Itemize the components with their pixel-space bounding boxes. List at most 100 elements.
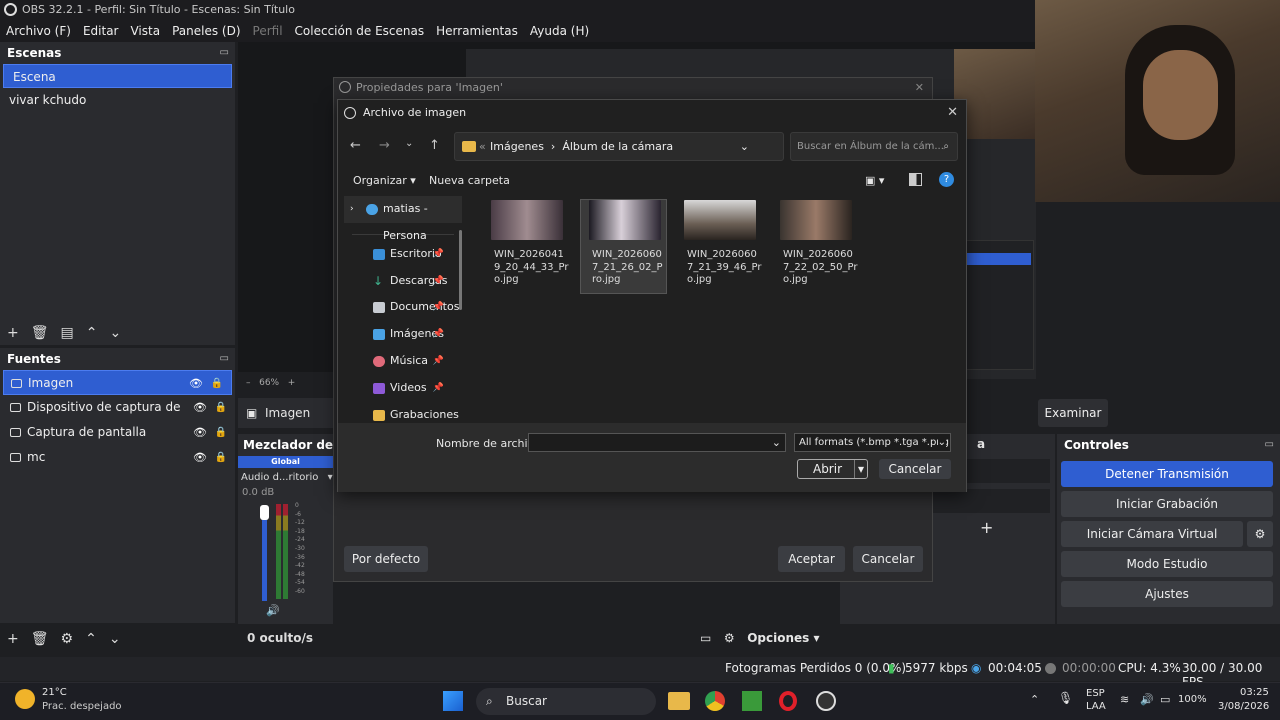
move-up-icon[interactable]: ⌃ bbox=[85, 631, 97, 647]
gear-icon[interactable]: ⚙ bbox=[724, 631, 735, 645]
source-item[interactable]: Captura de pantalla 👁 🔒 bbox=[0, 420, 235, 445]
dock-icon[interactable]: ▭ bbox=[220, 348, 229, 370]
cancel-button[interactable]: Cancelar bbox=[853, 546, 923, 572]
search-input[interactable]: Buscar en Álbum de la cám... ⌕ bbox=[790, 132, 958, 161]
dock-icon[interactable]: ▭ bbox=[1265, 434, 1274, 456]
chevron-down-icon[interactable]: ⌄ bbox=[772, 434, 781, 451]
menu-archivo[interactable]: Archivo (F) bbox=[6, 24, 71, 38]
file-item[interactable]: WIN_20260607_22_02_50_Pro.jpg bbox=[772, 200, 859, 287]
volume-icon[interactable]: 🔊 bbox=[1140, 693, 1154, 706]
trash-icon[interactable]: 🗑 bbox=[31, 631, 49, 647]
move-down-icon[interactable]: ⌄ bbox=[109, 325, 121, 341]
studio-mode-button[interactable]: Modo Estudio bbox=[1061, 551, 1273, 577]
clock-date[interactable]: 3/08/2026 bbox=[1218, 701, 1269, 712]
start-virtual-camera-button[interactable]: Iniciar Cámara Virtual bbox=[1061, 521, 1243, 547]
gear-icon[interactable]: ⚙ bbox=[61, 631, 74, 647]
settings-button[interactable]: Ajustes bbox=[1061, 581, 1273, 607]
obs-taskbar-icon[interactable] bbox=[816, 691, 836, 711]
menu-paneles[interactable]: Paneles (D) bbox=[172, 24, 240, 38]
lock-icon[interactable]: 🔒 bbox=[215, 420, 227, 445]
organize-button[interactable]: Organizar ▾ bbox=[353, 174, 416, 187]
eye-icon[interactable]: 👁 bbox=[189, 371, 203, 396]
menu-vista[interactable]: Vista bbox=[130, 24, 160, 38]
source-item[interactable]: mc 👁 🔒 bbox=[0, 445, 235, 470]
scene-item[interactable]: Escena bbox=[3, 64, 232, 88]
lock-icon[interactable]: 🔒 bbox=[211, 371, 223, 396]
filter-icon[interactable]: ▤ bbox=[61, 325, 74, 341]
nav-scrollbar[interactable] bbox=[459, 230, 462, 310]
eye-icon[interactable]: 👁 bbox=[193, 395, 207, 420]
wifi-icon[interactable]: ≋ bbox=[1120, 693, 1129, 706]
virtual-camera-gear-icon[interactable]: ⚙ bbox=[1247, 521, 1273, 547]
menu-herramientas[interactable]: Herramientas bbox=[436, 24, 518, 38]
windows-start-icon[interactable] bbox=[443, 691, 463, 711]
file-item[interactable]: WIN_20260419_20_44_33_Pro.jpg bbox=[483, 200, 570, 287]
chrome-icon[interactable] bbox=[705, 691, 725, 711]
file-item[interactable]: WIN_20260607_21_26_02_Pro.jpg bbox=[580, 199, 667, 294]
microphone-icon[interactable]: 🎙 bbox=[1058, 691, 1073, 705]
minecraft-icon[interactable] bbox=[742, 691, 762, 711]
clock-time[interactable]: 03:25 bbox=[1240, 687, 1269, 698]
lock-icon[interactable]: 🔒 bbox=[215, 395, 227, 420]
dock-icon[interactable]: ▭ bbox=[220, 42, 229, 64]
source-item[interactable]: Imagen 👁 🔒 bbox=[3, 370, 232, 395]
close-icon[interactable]: ✕ bbox=[947, 100, 958, 126]
chevron-down-icon[interactable]: ⌄ bbox=[740, 133, 749, 160]
nav-item-onedrive[interactable]: › matias - Persona bbox=[344, 196, 462, 242]
nav-item-music[interactable]: Música 📌 bbox=[344, 348, 462, 375]
nav-item-desktop[interactable]: Escritorio 📌 bbox=[344, 241, 462, 268]
weather-temp[interactable]: 21°C bbox=[42, 687, 67, 698]
preview-pane-icon[interactable] bbox=[909, 173, 922, 186]
options-button[interactable]: Opciones bbox=[747, 631, 809, 645]
defaults-button[interactable]: Por defecto bbox=[344, 546, 428, 572]
menu-coleccion[interactable]: Colección de Escenas bbox=[295, 24, 425, 38]
browse-button[interactable]: Examinar bbox=[1038, 399, 1108, 427]
source-item[interactable]: Dispositivo de captura de video 👁 🔒 bbox=[0, 395, 235, 420]
menu-perfil[interactable]: Perfil bbox=[253, 24, 283, 38]
add-icon[interactable]: + bbox=[7, 631, 19, 647]
lock-icon[interactable]: 🔒 bbox=[215, 445, 227, 470]
add-icon[interactable]: + bbox=[980, 518, 993, 537]
weather-desc[interactable]: Prac. despejado bbox=[42, 701, 122, 712]
menu-ayuda[interactable]: Ayuda (H) bbox=[530, 24, 589, 38]
battery-icon[interactable]: ▭ bbox=[1160, 693, 1170, 706]
volume-slider[interactable] bbox=[262, 506, 267, 601]
chevron-down-icon[interactable]: ▾ bbox=[328, 472, 333, 483]
split-arrow-icon[interactable]: ▾ bbox=[854, 460, 867, 478]
language-code[interactable]: ESP bbox=[1086, 688, 1105, 699]
start-recording-button[interactable]: Iniciar Grabación bbox=[1061, 491, 1273, 517]
mixer-tab-global[interactable]: Global bbox=[238, 456, 333, 468]
menu-editar[interactable]: Editar bbox=[83, 24, 119, 38]
back-arrow-icon[interactable]: ← bbox=[350, 138, 361, 153]
zoom-bar[interactable]: – 66% + bbox=[238, 375, 338, 391]
keyboard-layout[interactable]: LAA bbox=[1086, 701, 1106, 712]
stop-stream-button[interactable]: Detener Transmisión bbox=[1061, 461, 1273, 487]
open-button[interactable]: Abrir ▾ bbox=[797, 459, 868, 479]
forward-arrow-icon[interactable]: → bbox=[379, 138, 390, 153]
nav-item-documents[interactable]: Documentos 📌 bbox=[344, 294, 462, 321]
chevron-up-icon[interactable]: ⌃ bbox=[1030, 693, 1039, 706]
scene-item[interactable]: vivar kchudo bbox=[0, 88, 235, 112]
speaker-icon[interactable]: 🔊 bbox=[266, 604, 280, 617]
ok-button[interactable]: Aceptar bbox=[778, 546, 845, 572]
file-cancel-button[interactable]: Cancelar bbox=[879, 459, 951, 479]
move-down-icon[interactable]: ⌄ bbox=[109, 631, 121, 647]
chevron-right-icon[interactable]: › bbox=[350, 196, 354, 223]
file-explorer-icon[interactable] bbox=[668, 692, 690, 710]
breadcrumb[interactable]: « Imágenes › Álbum de la cámara ⌄ ↻ bbox=[454, 132, 805, 161]
nav-item-recordings[interactable]: Grabaciones de bbox=[344, 402, 462, 423]
nav-item-videos[interactable]: Videos 📌 bbox=[344, 375, 462, 402]
breadcrumb-item[interactable]: Imágenes bbox=[490, 140, 544, 153]
opera-icon[interactable] bbox=[779, 691, 797, 711]
trash-icon[interactable]: 🗑 bbox=[31, 325, 49, 341]
eye-icon[interactable]: 👁 bbox=[193, 420, 207, 445]
nav-item-downloads[interactable]: ↓ Descargas 📌 bbox=[344, 268, 462, 295]
new-folder-button[interactable]: Nueva carpeta bbox=[429, 174, 510, 187]
chevron-down-icon[interactable]: ⌄ bbox=[405, 138, 413, 149]
breadcrumb-item[interactable]: Álbum de la cámara bbox=[562, 140, 673, 153]
volume-slider-handle[interactable] bbox=[260, 505, 269, 520]
layout-icon[interactable]: ▭ bbox=[700, 631, 711, 645]
nav-item-pictures[interactable]: Imágenes 📌 bbox=[344, 321, 462, 348]
help-icon[interactable]: ? bbox=[939, 172, 954, 187]
filename-input[interactable]: ⌄ bbox=[528, 433, 786, 452]
